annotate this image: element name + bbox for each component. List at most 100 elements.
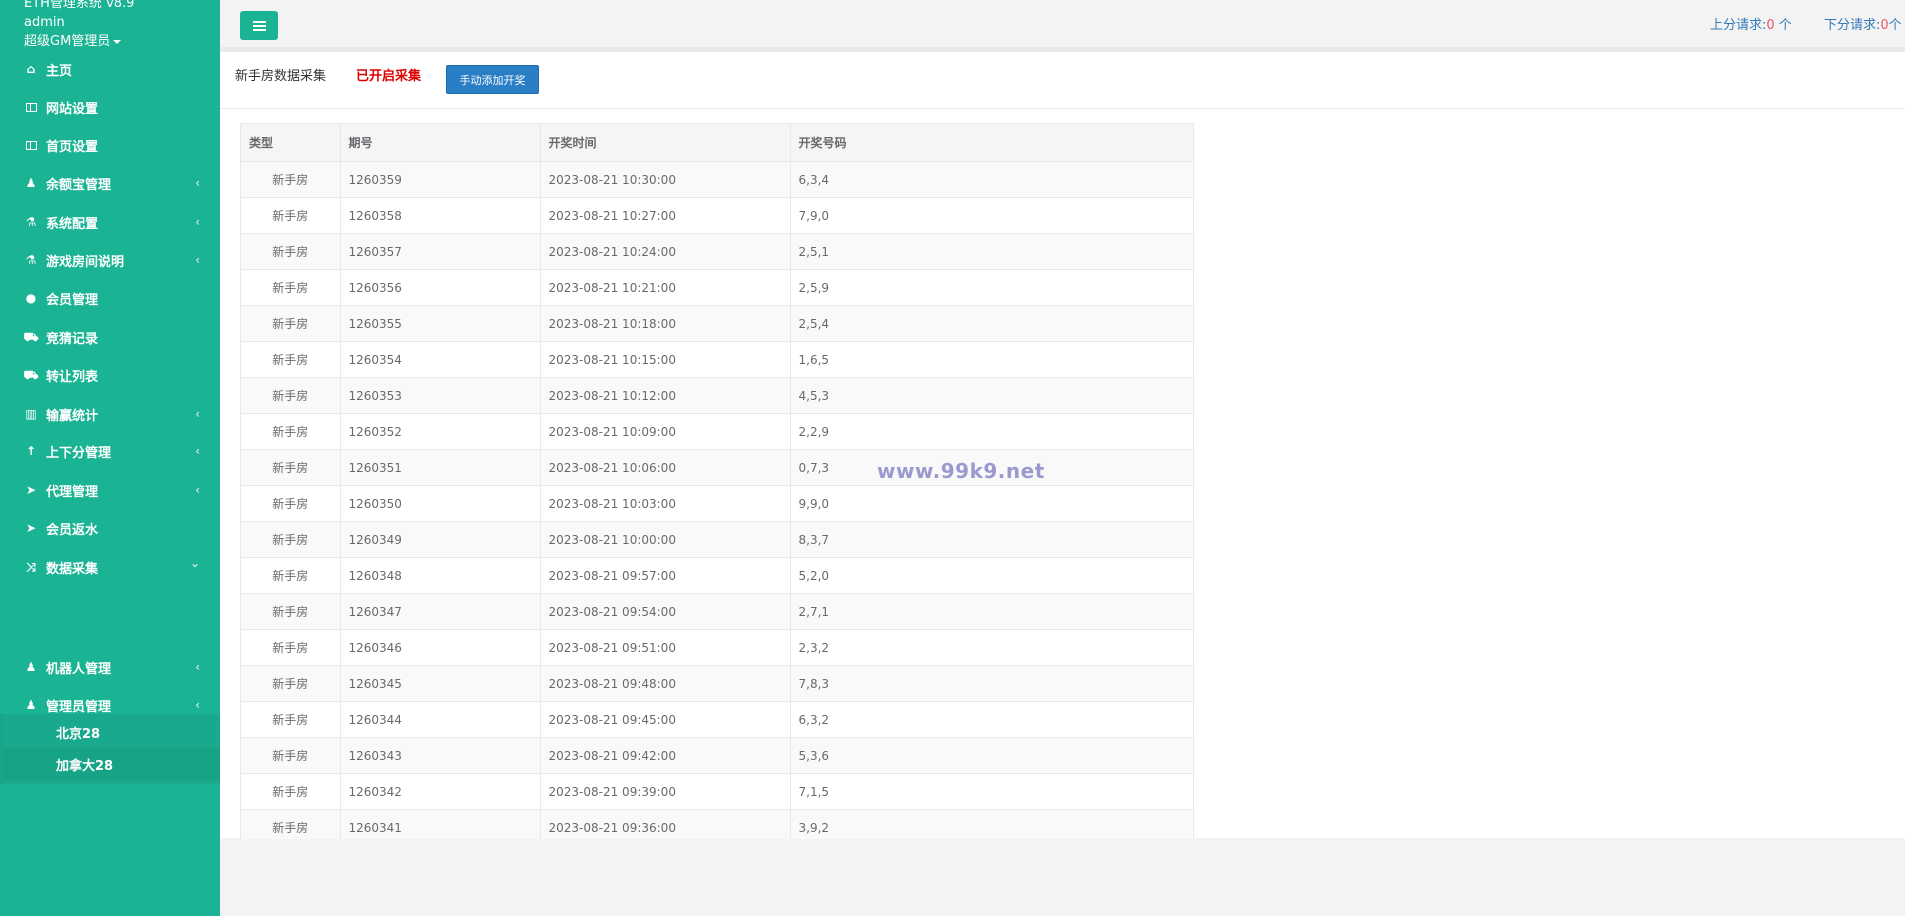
sidebar-item-label: 输赢统计 (46, 408, 99, 424)
subnav-item-label: 加拿大28 (56, 758, 114, 774)
chevron-left-icon: ‹ (195, 407, 200, 421)
sidebar-item-label: 代理管理 (46, 484, 99, 500)
cell-type: 新手房 (241, 593, 341, 630)
table-row: 新手房 1260352 2023-08-21 10:09:00 2,2,9 (241, 413, 1193, 450)
sidebar-item-label: 余额宝管理 (46, 177, 112, 193)
cell-draw-numbers: 3,9,2 (790, 809, 1193, 839)
sidebar-item-label: 管理员管理 (46, 699, 112, 715)
sidebar-item-5[interactable]: ⚗ 游戏房间说明 ‹ (0, 245, 220, 275)
sidebar-item-3[interactable]: ♟ 余额宝管理 ‹ (0, 168, 220, 198)
up-request-unit: 个 (1774, 18, 1792, 33)
cell-draw-time: 2023-08-21 10:06:00 (540, 449, 791, 486)
down-request-count: 0 (1880, 18, 1889, 33)
sidebar-item-2[interactable]: 首页设置 (0, 130, 220, 160)
subnav-item-beijing28[interactable]: 北京28 (4, 716, 220, 748)
cell-draw-numbers: 7,9,0 (790, 197, 1193, 234)
cell-issue: 1260343 (340, 737, 541, 774)
sidebar-item-11[interactable]: ➤ 代理管理 ‹ (0, 475, 220, 505)
profile: ETH管理系统 v8.9 admin 超级GM管理员 (24, 0, 134, 51)
cell-type: 新手房 (241, 161, 341, 198)
cell-issue: 1260351 (340, 449, 541, 486)
cell-draw-time: 2023-08-21 10:12:00 (540, 377, 791, 414)
cell-draw-numbers: 2,7,1 (790, 593, 1193, 630)
subnav-item-label: 北京28 (56, 726, 101, 742)
watermark: www.99k9.net (877, 459, 1045, 483)
cell-type: 新手房 (241, 485, 341, 522)
sidebar-item-7[interactable]: ⛟ 竞猜记录 (0, 322, 220, 352)
cell-draw-numbers: 6,3,4 (790, 161, 1193, 198)
page-title: 新手房数据采集 (235, 69, 327, 84)
down-request-link[interactable]: 下分请求:0个 (1824, 14, 1902, 33)
sidebar-item-label: 会员返水 (46, 522, 99, 538)
up-request-link[interactable]: 上分请求:0 个 (1710, 14, 1792, 33)
sidebar-item-label: 机器人管理 (46, 661, 112, 677)
cell-draw-numbers: 7,1,5 (790, 773, 1193, 810)
cell-draw-time: 2023-08-21 10:09:00 (540, 413, 791, 450)
cell-draw-time: 2023-08-21 09:57:00 (540, 557, 791, 594)
role-dropdown[interactable]: 超级GM管理员 (24, 34, 122, 49)
cell-type: 新手房 (241, 233, 341, 270)
cell-issue: 1260349 (340, 521, 541, 558)
table-header-row: 类型 期号 开奖时间 开奖号码 (241, 124, 1193, 162)
chevron-left-icon: ‹ (195, 253, 200, 267)
car-icon: ⛟ (23, 330, 39, 344)
male-icon: ♟ (25, 176, 37, 190)
sidebar-item-4[interactable]: ⚗ 系统配置 ‹ (0, 207, 220, 237)
cell-draw-numbers: 2,5,4 (790, 305, 1193, 342)
cell-type: 新手房 (241, 197, 341, 234)
cell-draw-numbers: 9,9,0 (790, 485, 1193, 522)
table-row: 新手房 1260348 2023-08-21 09:57:00 5,2,0 (241, 557, 1193, 594)
table-row: 新手房 1260345 2023-08-21 09:48:00 7,8,3 (241, 665, 1193, 702)
chevron-left-icon: ‹ (195, 215, 200, 229)
cell-draw-time: 2023-08-21 09:42:00 (540, 737, 791, 774)
sidebar-item-8[interactable]: ⛟ 转让列表 (0, 360, 220, 390)
role-label: 超级GM管理员 (24, 34, 111, 49)
cell-draw-time: 2023-08-21 09:51:00 (540, 629, 791, 666)
cell-draw-time: 2023-08-21 10:00:00 (540, 521, 791, 558)
send-icon: ➤ (25, 521, 37, 535)
sidebar-item-1[interactable]: 网站设置 (0, 92, 220, 122)
columns-icon (24, 100, 38, 114)
cell-draw-numbers: 4,5,3 (790, 377, 1193, 414)
down-request-label: 下分请求: (1824, 18, 1881, 33)
sidebar-item-14[interactable]: ♟ 机器人管理 ‹ (0, 652, 220, 682)
cell-issue: 1260355 (340, 305, 541, 342)
cell-type: 新手房 (241, 737, 341, 774)
sidebar-item-12[interactable]: ➤ 会员返水 (0, 513, 220, 543)
home-icon: ⌂ (26, 62, 36, 76)
subnav-data-collection: 北京28 加拿大28 (0, 714, 220, 784)
bar-chart-icon: ▥ (25, 407, 37, 421)
columns-icon (24, 138, 38, 152)
cell-draw-time: 2023-08-21 09:36:00 (540, 809, 791, 839)
caret-down-icon (113, 39, 122, 44)
sidebar-item-0[interactable]: ⌂ 主页 (0, 54, 220, 84)
sidebar-item-13[interactable]: ⤨ 数据采集 ⌄ (0, 552, 220, 582)
table-row: 新手房 1260353 2023-08-21 10:12:00 4,5,3 (241, 377, 1193, 414)
table-row: 新手房 1260341 2023-08-21 09:36:00 3,9,2 (241, 809, 1193, 839)
menu-toggle-button[interactable] (240, 11, 278, 40)
flask-icon: ⚗ (25, 253, 37, 267)
sidebar-item-label: 系统配置 (46, 216, 99, 232)
cell-type: 新手房 (241, 701, 341, 738)
cell-type: 新手房 (241, 557, 341, 594)
table-row: 新手房 1260356 2023-08-21 10:21:00 2,5,9 (241, 269, 1193, 306)
cell-type: 新手房 (241, 305, 341, 342)
sidebar-item-10[interactable]: ↑ 上下分管理 ‹ (0, 436, 220, 466)
sidebar-item-label: 转让列表 (46, 369, 99, 385)
sidebar-item-label: 首页设置 (46, 139, 99, 155)
table-row: 新手房 1260344 2023-08-21 09:45:00 6,3,2 (241, 701, 1193, 738)
main-content: 新手房数据采集 已开启采集 手动添加开奖 类型 期号 开奖时间 开奖号码 新手房… (220, 52, 1905, 839)
cell-type: 新手房 (241, 377, 341, 414)
chevron-down-icon: ⌄ (189, 556, 200, 570)
table-row: 新手房 1260350 2023-08-21 10:03:00 9,9,0 (241, 485, 1193, 522)
sidebar-item-9[interactable]: ▥ 输赢统计 ‹ (0, 399, 220, 429)
cell-type: 新手房 (241, 269, 341, 306)
username: admin (24, 15, 65, 30)
subnav-item-canada28[interactable]: 加拿大28 (4, 748, 220, 780)
sidebar-item-6[interactable]: ● 会员管理 (0, 283, 220, 313)
cell-issue: 1260344 (340, 701, 541, 738)
sidebar: ETH管理系统 v8.9 admin 超级GM管理员 ⌂ 主页网站设置首页设置 ♟ 余… (0, 0, 220, 916)
table-row: 新手房 1260347 2023-08-21 09:54:00 2,7,1 (241, 593, 1193, 630)
cell-issue: 1260354 (340, 341, 541, 378)
add-draw-button[interactable]: 手动添加开奖 (446, 65, 539, 94)
